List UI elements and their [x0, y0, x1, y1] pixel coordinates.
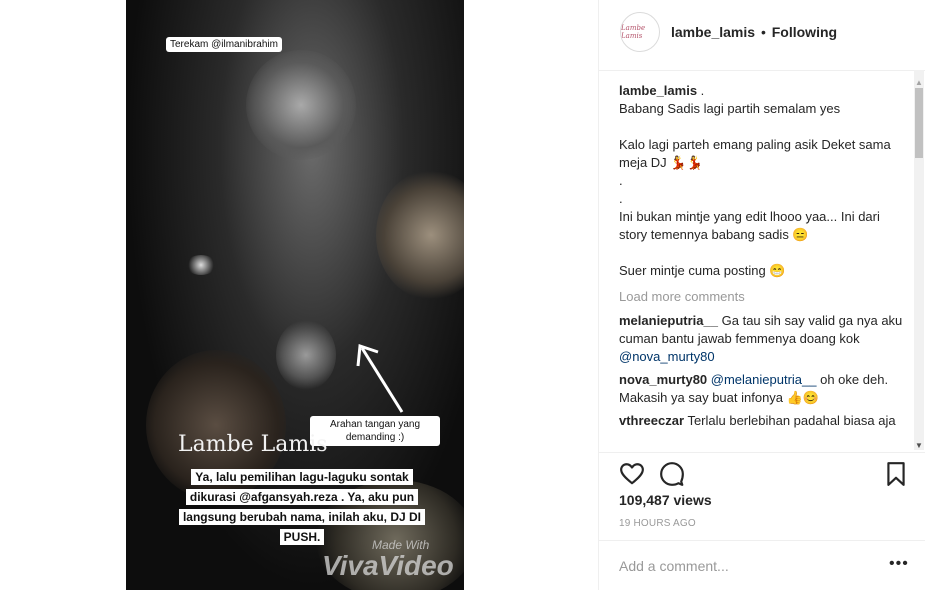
watermark-lambe-lamis: Lambe Lamis [178, 432, 328, 457]
comment-text: Terlalu berlebihan padahal biasa aja [687, 413, 896, 428]
vivavideo-watermark: VivaVideo [322, 550, 454, 581]
media-area: Terekam @ilmanibrahim Arahan tangan yang… [0, 0, 598, 590]
view-count[interactable]: 109,487 views [619, 492, 712, 508]
heart-icon[interactable] [619, 461, 645, 487]
comments-scrollbar[interactable]: ▲ ▼ [914, 70, 924, 450]
avatar[interactable]: Lambe Lamis [620, 12, 660, 52]
caption-lead: . [700, 83, 705, 98]
header-username-link[interactable]: lambe_lamis [671, 24, 755, 40]
add-comment-input[interactable] [619, 558, 859, 574]
scroll-thumb[interactable] [915, 88, 923, 158]
story-tag-arahan: Arahan tangan yang demanding :) [310, 416, 440, 446]
separator-dot: • [760, 24, 766, 40]
video-light [186, 255, 216, 275]
post-header: Lambe Lamis lambe_lamis • Following [599, 0, 925, 71]
video-figure [276, 320, 336, 390]
comment-item: nova_murty80 @melanieputria__ oh oke deh… [619, 371, 909, 407]
more-options-icon[interactable]: ••• [889, 555, 909, 573]
comment-item: melanieputria__ Ga tau sih say valid ga … [619, 312, 909, 366]
story-tag-recorded: Terekam @ilmanibrahim [166, 37, 282, 52]
comment-item: vthreeczar Terlalu berlebihan padahal bi… [619, 412, 909, 430]
avatar-logo-text: Lambe Lamis [621, 24, 646, 40]
video-figure [246, 50, 356, 160]
comment-bubble-icon[interactable] [659, 461, 685, 487]
caption-text: Babang Sadis lagi partih semalam yes Kal… [619, 101, 891, 278]
scroll-down-arrow-icon[interactable]: ▼ [914, 441, 924, 450]
story-caption-text: Ya, lalu pemilihan lagu-laguku sontak di… [178, 469, 426, 545]
caption-header: lambe_lamis . [619, 82, 909, 100]
comment-username-link[interactable]: melanieputria__ [619, 313, 718, 328]
caption-username-link[interactable]: lambe_lamis [619, 83, 697, 98]
bookmark-icon[interactable] [883, 461, 909, 487]
add-comment-bar: ••• [599, 540, 925, 591]
comment-mention-link[interactable]: @nova_murty80 [619, 349, 715, 364]
comment-username-link[interactable]: nova_murty80 [619, 372, 707, 387]
post-video[interactable]: Terekam @ilmanibrahim Arahan tangan yang… [126, 0, 464, 590]
arrow-graphic [356, 343, 404, 413]
post-details-panel: Lambe Lamis lambe_lamis • Following lamb… [598, 0, 925, 590]
comment-mention-link[interactable]: @melanieputria__ [711, 372, 817, 387]
story-caption: Ya, lalu pemilihan lagu-laguku sontak di… [178, 467, 426, 547]
comments-list[interactable]: lambe_lamis . Babang Sadis lagi partih s… [619, 82, 909, 452]
scroll-up-arrow-icon[interactable]: ▲ [914, 78, 924, 87]
video-figure [376, 170, 464, 300]
post-timestamp[interactable]: 19 HOURS AGO [619, 518, 696, 529]
comment-username-link[interactable]: vthreeczar [619, 413, 684, 428]
load-more-comments-button[interactable]: Load more comments [619, 288, 909, 306]
header-user-line: lambe_lamis • Following [671, 24, 837, 40]
following-button[interactable]: Following [772, 24, 837, 40]
